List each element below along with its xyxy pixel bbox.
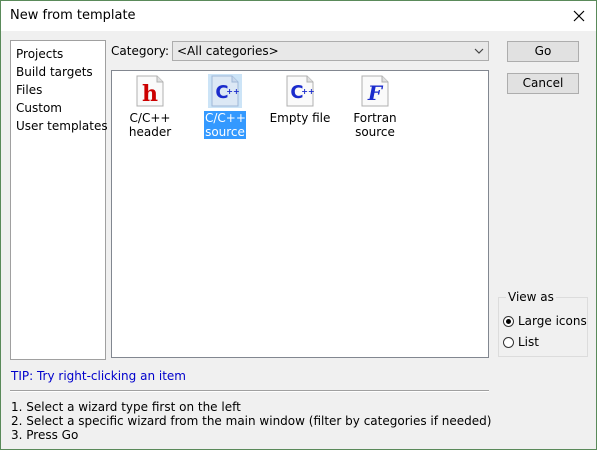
svg-text:F: F [367, 81, 384, 105]
list-label: List [518, 335, 539, 349]
h-file-icon: h [136, 75, 164, 107]
cpp-file-icon: C ++ [286, 75, 315, 107]
template-cpp-source[interactable]: C ++ C/C++ source [190, 74, 260, 139]
category-dropdown[interactable]: <All categories> [172, 41, 489, 61]
large-icons-radio[interactable]: Large icons [503, 313, 587, 329]
template-cpp-header[interactable]: h C/C++ header [115, 74, 185, 139]
wizard-type-build-targets[interactable]: Build targets [11, 63, 105, 81]
new-from-template-dialog: New from template Projects Build targets… [0, 0, 597, 450]
close-icon [573, 10, 585, 22]
template-empty-file[interactable]: C ++ Empty file [265, 74, 335, 125]
template-label: Fortran source [353, 111, 397, 139]
svg-text:h: h [142, 81, 158, 107]
radio-indicator [503, 336, 514, 348]
instruction-step: 1. Select a wizard type first on the lef… [11, 400, 241, 414]
view-as-legend: View as [506, 290, 556, 304]
wizard-type-files[interactable]: Files [11, 81, 105, 99]
window-title: New from template [10, 8, 136, 23]
instruction-step: 2. Select a specific wizard from the mai… [11, 414, 492, 428]
template-fortran-source[interactable]: F Fortran source [340, 74, 410, 139]
template-label: Empty file [269, 111, 331, 125]
instructions: 1. Select a wizard type first on the lef… [11, 400, 491, 442]
template-label: C/C++ header [128, 111, 172, 139]
wizard-type-user-templates[interactable]: User templates [11, 117, 108, 135]
wizard-type-custom[interactable]: Custom [11, 99, 105, 117]
category-label: Category: [111, 44, 169, 58]
divider [10, 390, 489, 392]
list-radio[interactable]: List [503, 334, 539, 350]
svg-text:++: ++ [301, 87, 314, 96]
title-bar[interactable]: New from template [1, 1, 596, 31]
large-icons-label: Large icons [518, 314, 587, 328]
template-pane[interactable]: h C/C++ header C ++ C/C++ source C ++ Em… [111, 70, 489, 358]
cpp-file-icon: C ++ [211, 75, 240, 107]
tip-text: TIP: Try right-clicking an item [11, 369, 186, 383]
fortran-file-icon: F [361, 75, 389, 107]
svg-text:++: ++ [226, 87, 239, 96]
chevron-down-icon [474, 48, 484, 54]
wizard-type-list[interactable]: Projects Build targets Files Custom User… [10, 40, 108, 360]
instruction-step: 3. Press Go [11, 428, 79, 442]
go-button[interactable]: Go [507, 41, 579, 62]
wizard-type-projects[interactable]: Projects [11, 45, 105, 63]
category-value: <All categories> [177, 44, 279, 58]
cancel-button[interactable]: Cancel [507, 73, 579, 94]
radio-indicator [503, 315, 514, 327]
close-button[interactable] [562, 1, 596, 31]
template-label: C/C++ source [204, 111, 246, 139]
